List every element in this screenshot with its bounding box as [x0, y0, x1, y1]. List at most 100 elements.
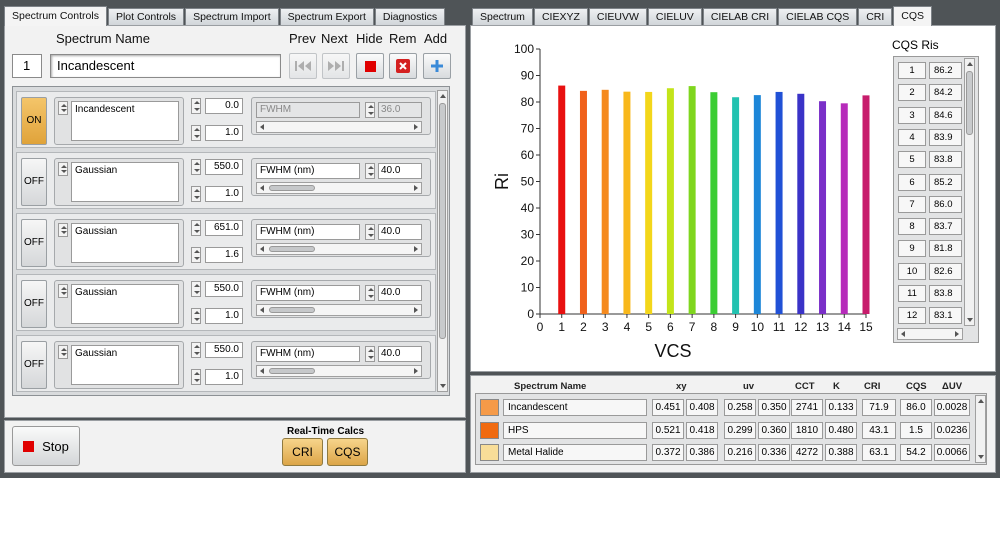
fwhm-label-field[interactable]: FWHM (nm) — [256, 224, 360, 240]
tab-cqs[interactable]: CQS — [893, 6, 933, 26]
stop-icon — [23, 440, 35, 452]
slider-thumb[interactable] — [269, 307, 315, 313]
scroll-thumb[interactable] — [439, 103, 446, 339]
fwhm-value-field[interactable]: 40.0 — [378, 346, 422, 362]
spectrum-type-field[interactable]: Gaussian — [71, 345, 179, 385]
fwhm-stepper[interactable] — [365, 163, 375, 179]
result-k-cell: 0.133 — [825, 399, 857, 416]
result-cqs-cell: 86.0 — [900, 399, 932, 416]
slider-thumb[interactable] — [269, 185, 315, 191]
value2-stepper[interactable] — [191, 247, 201, 263]
fwhm-slider[interactable] — [256, 243, 422, 255]
tab-cielab-cri[interactable]: CIELAB CRI — [702, 8, 778, 26]
value1-field[interactable]: 550.0 — [205, 342, 243, 358]
spectrum-on-off-toggle[interactable]: OFF — [21, 158, 47, 206]
spectrum-color-swatch — [480, 421, 499, 439]
value1-stepper[interactable] — [191, 220, 201, 236]
next-button[interactable] — [322, 53, 350, 79]
value1-stepper[interactable] — [191, 342, 201, 358]
hide-button[interactable] — [356, 53, 384, 79]
fwhm-label-field[interactable]: FWHM (nm) — [256, 285, 360, 301]
spectrum-on-off-toggle[interactable]: ON — [21, 97, 47, 145]
tab-diagnostics[interactable]: Diagnostics — [374, 8, 446, 26]
value2-field[interactable]: 1.0 — [205, 308, 243, 324]
cqs-ris-hscrollbar[interactable] — [897, 328, 963, 340]
tab-spectrum-import[interactable]: Spectrum Import — [185, 8, 279, 26]
fwhm-slider[interactable] — [256, 121, 422, 133]
fwhm-stepper[interactable] — [365, 102, 375, 118]
scroll-thumb[interactable] — [966, 71, 973, 135]
fwhm-label-field[interactable]: FWHM (nm) — [256, 163, 360, 179]
type-selector-arrows[interactable] — [58, 284, 68, 298]
value2-stepper[interactable] — [191, 308, 201, 324]
fwhm-slider[interactable] — [256, 365, 422, 377]
value2-field[interactable]: 1.0 — [205, 125, 243, 141]
results-scrollbar[interactable] — [975, 395, 986, 463]
tab-ciexyz[interactable]: CIEXYZ — [533, 8, 588, 26]
scroll-right-icon — [414, 307, 418, 313]
fwhm-value-field[interactable]: 40.0 — [378, 285, 422, 301]
fwhm-label-field[interactable]: FWHM (nm) — [256, 346, 360, 362]
fwhm-value-field[interactable]: 36.0 — [378, 102, 422, 118]
tab-plot-controls[interactable]: Plot Controls — [107, 8, 185, 26]
y-tick-label: 50 — [521, 175, 535, 189]
fwhm-stepper[interactable] — [365, 224, 375, 240]
slider-thumb[interactable] — [269, 368, 315, 374]
hide-label: Hide — [356, 31, 383, 46]
type-selector-arrows[interactable] — [58, 345, 68, 359]
fwhm-value-field[interactable]: 40.0 — [378, 224, 422, 240]
result-cct-cell: 4272 — [791, 444, 823, 461]
tab-spectrum[interactable]: Spectrum — [472, 8, 533, 26]
fwhm-slider[interactable] — [256, 182, 422, 194]
add-button[interactable] — [423, 53, 451, 79]
value2-field[interactable]: 1.0 — [205, 186, 243, 202]
cqs-ri-index: 7 — [898, 195, 926, 213]
spectrum-name-field[interactable]: Incandescent — [50, 54, 281, 78]
value2-stepper[interactable] — [191, 369, 201, 385]
spectrum-type-field[interactable]: Incandescent — [71, 101, 179, 141]
value2-field[interactable]: 1.6 — [205, 247, 243, 263]
value2-field[interactable]: 1.0 — [205, 369, 243, 385]
tab-spectrum-export[interactable]: Spectrum Export — [279, 8, 374, 26]
spectrum-on-off-toggle[interactable]: OFF — [21, 341, 47, 389]
stop-button[interactable]: Stop — [12, 426, 80, 466]
type-selector-arrows[interactable] — [58, 101, 68, 115]
col-header-name: Spectrum Name — [514, 381, 587, 392]
value1-stepper[interactable] — [191, 159, 201, 175]
tab-cieuvw[interactable]: CIEUVW — [588, 8, 647, 26]
spectrum-type-group: Gaussian — [54, 158, 184, 206]
value2-stepper[interactable] — [191, 186, 201, 202]
tab-cielab-cqs[interactable]: CIELAB CQS — [778, 8, 858, 26]
fwhm-value-field[interactable]: 40.0 — [378, 163, 422, 179]
remove-button[interactable] — [389, 53, 417, 79]
value1-field[interactable]: 550.0 — [205, 281, 243, 297]
spectrum-index-field[interactable]: 1 — [12, 54, 42, 78]
slider-thumb[interactable] — [269, 246, 315, 252]
value1-stepper[interactable] — [191, 98, 201, 114]
prev-button[interactable] — [289, 53, 317, 79]
value1-field[interactable]: 0.0 — [205, 98, 243, 114]
tab-cieluv[interactable]: CIELUV — [647, 8, 702, 26]
fwhm-stepper[interactable] — [365, 285, 375, 301]
cri-toggle-button[interactable]: CRI — [282, 438, 323, 466]
fwhm-stepper[interactable] — [365, 346, 375, 362]
spectrum-list-scrollbar[interactable] — [437, 90, 448, 392]
cqs-ris-scrollbar[interactable] — [964, 58, 975, 326]
value1-field[interactable]: 651.0 — [205, 220, 243, 236]
spectrum-type-field[interactable]: Gaussian — [71, 162, 179, 202]
type-selector-arrows[interactable] — [58, 223, 68, 237]
fwhm-label-field[interactable]: FWHM — [256, 102, 360, 118]
cqs-toggle-button[interactable]: CQS — [327, 438, 368, 466]
spectrum-on-off-toggle[interactable]: OFF — [21, 280, 47, 328]
value1-stepper[interactable] — [191, 281, 201, 297]
tab-spectrum-controls[interactable]: Spectrum Controls — [4, 6, 107, 26]
fwhm-slider[interactable] — [256, 304, 422, 316]
type-selector-arrows[interactable] — [58, 162, 68, 176]
bar-vcs-2 — [579, 90, 587, 315]
spectrum-type-field[interactable]: Gaussian — [71, 284, 179, 324]
tab-cri[interactable]: CRI — [858, 8, 893, 26]
spectrum-on-off-toggle[interactable]: OFF — [21, 219, 47, 267]
value1-field[interactable]: 550.0 — [205, 159, 243, 175]
value2-stepper[interactable] — [191, 125, 201, 141]
spectrum-type-field[interactable]: Gaussian — [71, 223, 179, 263]
